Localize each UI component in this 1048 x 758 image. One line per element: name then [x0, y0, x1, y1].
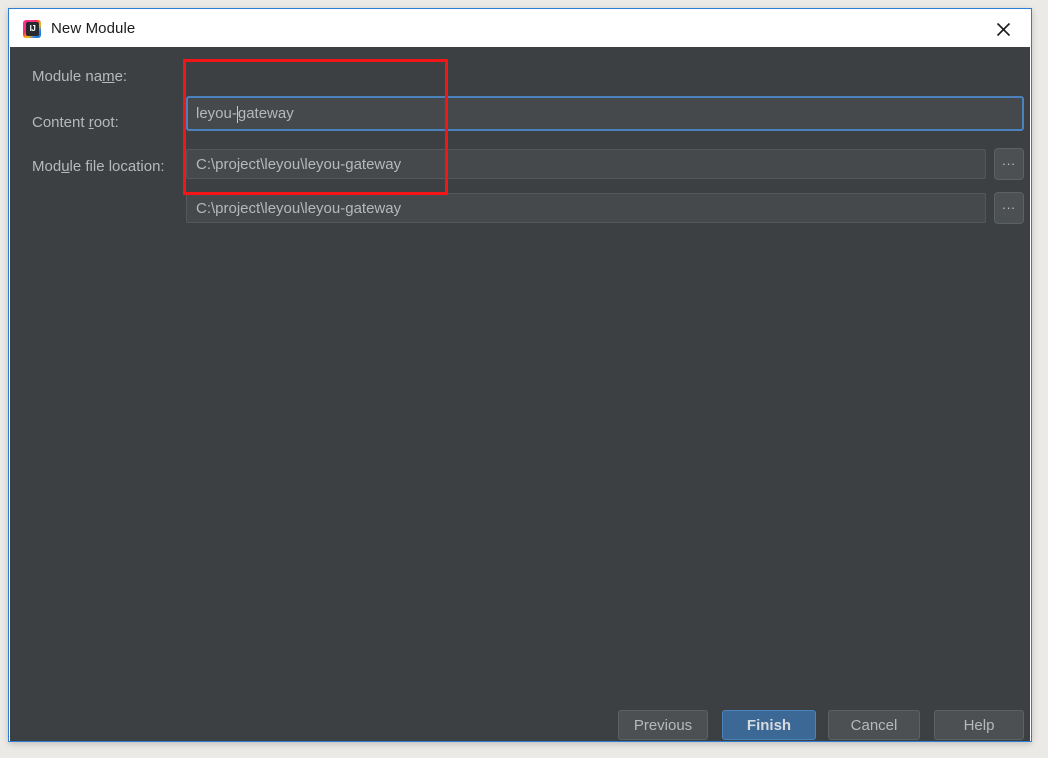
app-icon-label: IJ — [26, 21, 39, 36]
help-button[interactable]: Help — [934, 710, 1024, 740]
dialog-title: New Module — [51, 20, 136, 37]
browse-module-file-location-button[interactable]: ... — [994, 192, 1024, 224]
module-name-value-post: gateway — [237, 105, 294, 122]
desktop-background: IJ New Module Module name: Content root:… — [0, 0, 1048, 758]
label-content-root: Content root: — [32, 113, 119, 131]
text-caret — [236, 106, 238, 123]
module-file-location-value: C:\project\leyou\leyou-gateway — [196, 199, 402, 217]
dialog-titlebar: IJ New Module — [10, 10, 1030, 47]
label-module-name: Module name: — [32, 67, 128, 85]
dialog-content: Module name: Content root: Module file l… — [10, 47, 1030, 741]
intellij-idea-icon: IJ — [23, 19, 41, 38]
new-module-dialog: IJ New Module Module name: Content root:… — [8, 8, 1032, 742]
content-root-input[interactable]: C:\project\leyou\leyou-gateway — [186, 149, 986, 179]
form-row-module-name: Module name: — [10, 58, 1030, 94]
finish-button[interactable]: Finish — [722, 710, 816, 740]
module-name-input[interactable]: leyou-gateway — [186, 96, 1024, 131]
dialog-button-bar: Previous Finish Cancel Help — [10, 701, 1030, 741]
label-module-file-location: Module file location: — [32, 157, 165, 175]
previous-button[interactable]: Previous — [618, 710, 708, 740]
close-icon[interactable] — [986, 16, 1020, 42]
module-file-location-input[interactable]: C:\project\leyou\leyou-gateway — [186, 193, 986, 223]
content-root-value: C:\project\leyou\leyou-gateway — [196, 155, 402, 173]
cancel-button[interactable]: Cancel — [828, 710, 920, 740]
browse-content-root-button[interactable]: ... — [994, 148, 1024, 180]
module-name-value-pre: leyou- — [196, 105, 237, 122]
